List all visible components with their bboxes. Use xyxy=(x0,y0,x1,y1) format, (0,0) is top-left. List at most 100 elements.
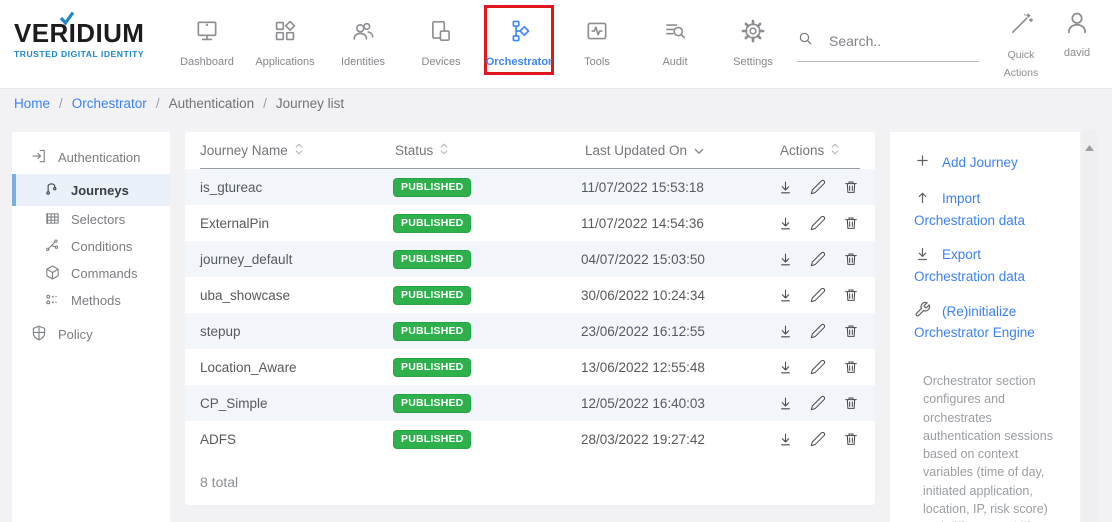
status-badge: PUBLISHED xyxy=(393,358,471,377)
reinitialize-engine-button[interactable]: (Re)initialize Orchestrator Engine xyxy=(914,301,1068,342)
delete-icon[interactable] xyxy=(842,214,860,232)
download-icon[interactable] xyxy=(776,430,794,448)
actions-cell xyxy=(774,358,860,376)
chevron-down-icon[interactable] xyxy=(694,143,704,158)
column-actions[interactable]: Actions xyxy=(780,142,860,159)
journeys-icon xyxy=(44,180,61,200)
edit-icon[interactable] xyxy=(809,430,827,448)
nav-item-audit[interactable]: Audit xyxy=(640,5,710,75)
nav-item-tools[interactable]: Tools xyxy=(562,5,632,75)
status-badge: PUBLISHED xyxy=(393,286,471,305)
sort-icon[interactable] xyxy=(295,142,303,159)
actions-cell xyxy=(774,250,860,268)
table-row: Location_Aware PUBLISHED 13/06/2022 12:5… xyxy=(185,349,875,385)
identities-icon xyxy=(350,18,376,49)
status-badge: PUBLISHED xyxy=(393,214,471,233)
delete-icon[interactable] xyxy=(842,358,860,376)
nav-item-orchestrator[interactable]: Orchestrator xyxy=(484,5,554,75)
actions-cell xyxy=(774,322,860,340)
nav-item-applications[interactable]: Applications xyxy=(250,5,320,75)
scrollbar[interactable] xyxy=(1082,130,1097,522)
delete-icon[interactable] xyxy=(842,250,860,268)
sidebar-item-conditions[interactable]: Conditions xyxy=(12,233,170,260)
add-journey-button[interactable]: Add Journey xyxy=(914,152,1068,174)
edit-icon[interactable] xyxy=(809,394,827,412)
sidebar-item-authentication[interactable]: Authentication xyxy=(12,140,170,174)
journey-name: Location_Aware xyxy=(200,360,393,375)
wrench-icon xyxy=(914,301,931,323)
sidebar-item-label: Methods xyxy=(71,293,121,308)
search-icon xyxy=(797,30,814,52)
user-menu[interactable]: david xyxy=(1052,9,1102,59)
status-cell: PUBLISHED xyxy=(393,178,581,197)
download-icon[interactable] xyxy=(776,178,794,196)
login-icon xyxy=(30,147,48,168)
export-orchestration-button[interactable]: Export Orchestration data xyxy=(914,245,1068,286)
nav-label: Audit xyxy=(662,57,687,68)
quick-actions-button[interactable]: Quick Actions xyxy=(994,11,1048,83)
column-journey-name[interactable]: Journey Name xyxy=(200,142,395,159)
nav-item-settings[interactable]: Settings xyxy=(718,5,788,75)
veridium-logo[interactable]: VERIDIUM TRUSTED DIGITAL IDENTITY xyxy=(14,20,144,59)
sidebar-item-commands[interactable]: Commands xyxy=(12,260,170,287)
sidebar: Authentication Journeys Selectors Condit… xyxy=(12,132,170,522)
nav-item-devices[interactable]: Devices xyxy=(406,5,476,75)
main-nav: Dashboard Applications Identities Device… xyxy=(172,5,788,75)
download-icon[interactable] xyxy=(776,214,794,232)
delete-icon[interactable] xyxy=(842,394,860,412)
edit-icon[interactable] xyxy=(809,358,827,376)
search-input[interactable] xyxy=(827,32,966,50)
edit-icon[interactable] xyxy=(809,286,827,304)
status-cell: PUBLISHED xyxy=(393,430,581,449)
status-badge: PUBLISHED xyxy=(393,394,471,413)
applications-icon xyxy=(272,18,298,49)
column-status[interactable]: Status xyxy=(395,142,585,159)
status-badge: PUBLISHED xyxy=(393,430,471,449)
delete-icon[interactable] xyxy=(842,430,860,448)
table-row: ExternalPin PUBLISHED 11/07/2022 14:54:3… xyxy=(185,205,875,241)
download-icon[interactable] xyxy=(776,358,794,376)
breadcrumb-orchestrator[interactable]: Orchestrator xyxy=(72,96,147,111)
breadcrumb-journey-list: Journey list xyxy=(276,96,344,111)
column-last-updated[interactable]: Last Updated On xyxy=(585,143,780,158)
nav-label: Tools xyxy=(584,57,610,68)
download-arrow-icon xyxy=(914,245,931,267)
nav-item-identities[interactable]: Identities xyxy=(328,5,398,75)
last-updated: 11/07/2022 15:53:18 xyxy=(581,180,774,195)
edit-icon[interactable] xyxy=(809,250,827,268)
download-icon[interactable] xyxy=(776,394,794,412)
gear-icon xyxy=(740,18,766,49)
download-icon[interactable] xyxy=(776,250,794,268)
sidebar-item-selectors[interactable]: Selectors xyxy=(12,206,170,233)
edit-icon[interactable] xyxy=(809,322,827,340)
veridium-admin-app: VERIDIUM TRUSTED DIGITAL IDENTITY Dashbo… xyxy=(0,0,1112,522)
sidebar-item-journeys[interactable]: Journeys xyxy=(12,174,170,206)
sort-icon[interactable] xyxy=(831,142,839,159)
journey-name: ExternalPin xyxy=(200,216,393,231)
edit-icon[interactable] xyxy=(809,214,827,232)
sort-icon[interactable] xyxy=(440,142,448,159)
last-updated: 04/07/2022 15:03:50 xyxy=(581,252,774,267)
edit-icon[interactable] xyxy=(809,178,827,196)
delete-icon[interactable] xyxy=(842,286,860,304)
download-icon[interactable] xyxy=(776,322,794,340)
breadcrumb-home[interactable]: Home xyxy=(14,96,50,111)
status-cell: PUBLISHED xyxy=(393,394,581,413)
upload-arrow-icon xyxy=(914,189,931,211)
nav-item-dashboard[interactable]: Dashboard xyxy=(172,5,242,75)
status-cell: PUBLISHED xyxy=(393,250,581,269)
sidebar-item-policy[interactable]: Policy xyxy=(12,318,170,350)
sidebar-item-label: Commands xyxy=(71,266,137,281)
scroll-up-icon[interactable] xyxy=(1085,138,1094,156)
import-orchestration-button[interactable]: Import Orchestration data xyxy=(914,189,1068,230)
monitor-icon xyxy=(194,18,220,49)
sidebar-item-label: Journeys xyxy=(71,183,129,198)
audit-icon xyxy=(662,18,688,49)
devices-icon xyxy=(428,18,454,49)
sidebar-item-methods[interactable]: Methods xyxy=(12,287,170,314)
delete-icon[interactable] xyxy=(842,322,860,340)
delete-icon[interactable] xyxy=(842,178,860,196)
journey-table: Journey Name Status Last Updated On Acti… xyxy=(185,132,875,505)
magic-wand-icon xyxy=(1008,11,1034,42)
download-icon[interactable] xyxy=(776,286,794,304)
